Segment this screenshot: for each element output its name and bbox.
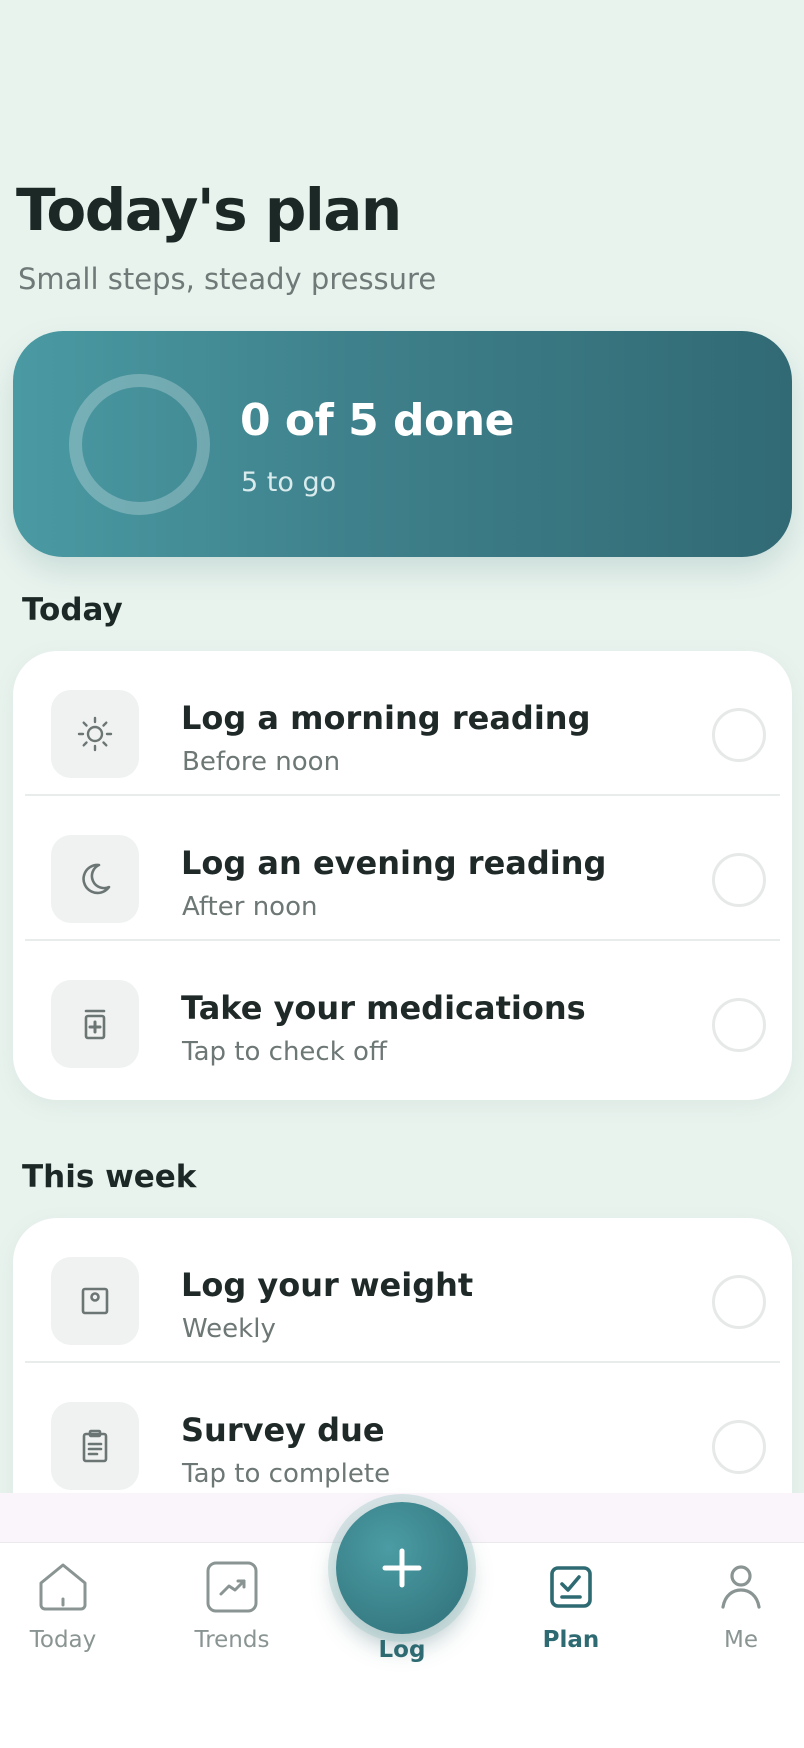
task-subtitle: Tap to complete	[182, 1459, 391, 1489]
medication-icon	[51, 980, 139, 1068]
plan-screen: Today's plan Small steps, steady pressur…	[0, 0, 804, 1748]
task-survey[interactable]: Survey due Tap to complete	[25, 1363, 780, 1508]
plan-checklist-icon	[511, 1557, 631, 1617]
task-checkbox[interactable]	[712, 998, 766, 1052]
progress-title: 0 of 5 done	[240, 395, 514, 446]
task-checkbox[interactable]	[712, 1275, 766, 1329]
task-title: Log a morning reading	[181, 699, 591, 737]
progress-card: 0 of 5 done 5 to go	[13, 331, 792, 557]
task-subtitle: Tap to check off	[182, 1037, 387, 1067]
section-label-this-week: This week	[22, 1159, 197, 1195]
tab-label: Trends	[194, 1627, 270, 1653]
task-evening-reading[interactable]: Log an evening reading After noon	[25, 796, 780, 941]
sun-icon	[51, 690, 139, 778]
task-checkbox[interactable]	[712, 708, 766, 762]
tab-label: Plan	[542, 1627, 600, 1653]
task-title: Log your weight	[181, 1266, 474, 1304]
tab-trends[interactable]: Trends	[172, 1557, 292, 1653]
task-morning-reading[interactable]: Log a morning reading Before noon	[25, 651, 780, 796]
page-subtitle: Small steps, steady pressure	[18, 262, 437, 296]
task-checkbox[interactable]	[712, 1420, 766, 1474]
task-subtitle: Before noon	[182, 747, 341, 777]
section-label-today: Today	[22, 592, 123, 628]
tab-today[interactable]: Today	[3, 1557, 123, 1653]
clipboard-icon	[51, 1402, 139, 1490]
task-title: Survey due	[181, 1411, 385, 1449]
page-title: Today's plan	[16, 176, 402, 244]
task-medications[interactable]: Take your medications Tap to check off	[25, 941, 780, 1086]
task-subtitle: After noon	[182, 892, 318, 922]
add-log-button[interactable]	[336, 1502, 468, 1634]
today-task-list: Log a morning reading Before noon Log an…	[13, 651, 792, 1100]
task-title: Log an evening reading	[181, 844, 607, 882]
tab-label: Me	[724, 1627, 758, 1653]
tab-me[interactable]: Me	[681, 1557, 801, 1653]
task-log-weight[interactable]: Log your weight Weekly	[25, 1218, 780, 1363]
moon-icon	[51, 835, 139, 923]
task-subtitle: Weekly	[182, 1314, 276, 1344]
progress-ring	[69, 374, 210, 515]
tab-plan[interactable]: Plan	[511, 1557, 631, 1653]
progress-subtitle: 5 to go	[241, 467, 337, 498]
scale-icon	[51, 1257, 139, 1345]
trends-icon	[172, 1557, 292, 1617]
home-icon	[3, 1557, 123, 1617]
person-icon	[681, 1557, 801, 1617]
plus-icon	[382, 1548, 422, 1588]
task-checkbox[interactable]	[712, 853, 766, 907]
tab-log-label[interactable]: Log	[362, 1637, 442, 1663]
task-title: Take your medications	[181, 989, 586, 1027]
tab-label: Today	[29, 1627, 97, 1653]
